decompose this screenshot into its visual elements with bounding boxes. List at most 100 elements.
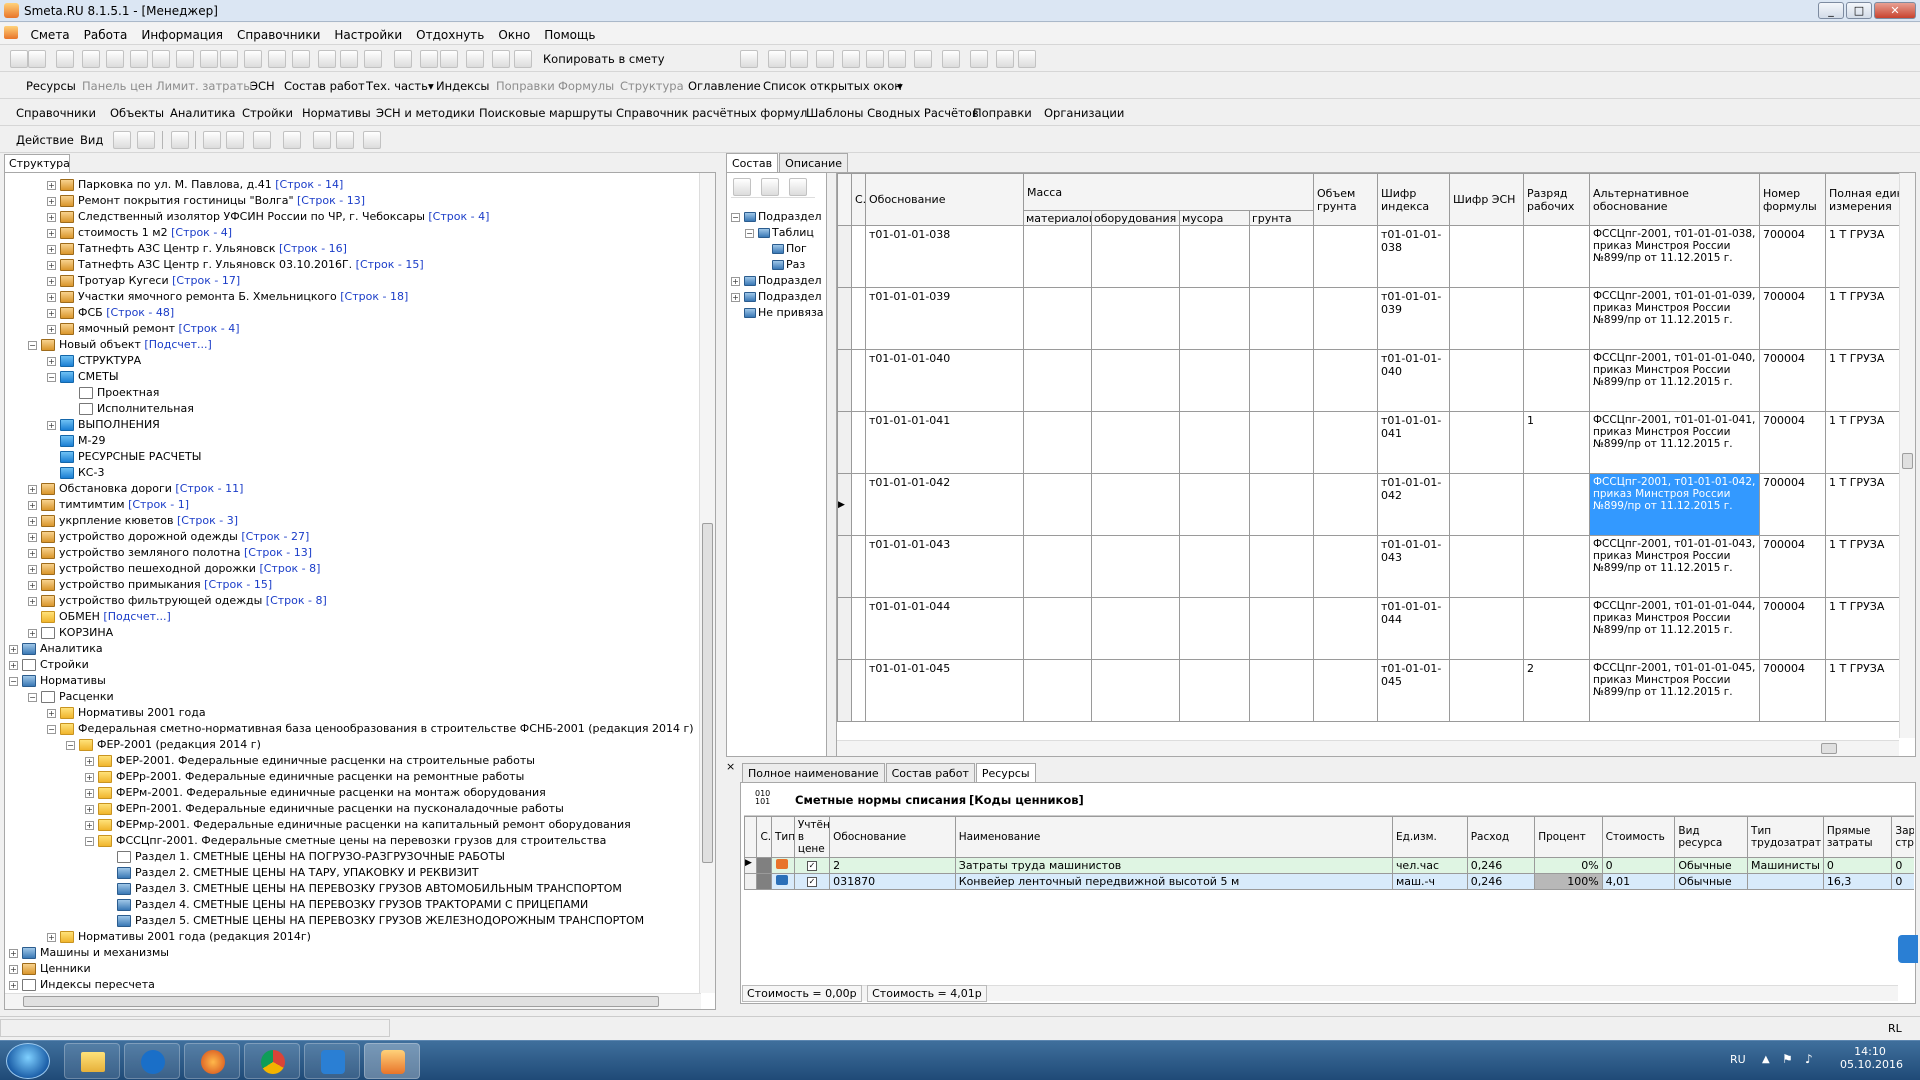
grid-row[interactable]: т01-01-01-044 т01-01-01-044 ФССЦпг-2001, т… — [837, 597, 1915, 660]
collapse-icon[interactable]: − — [85, 836, 94, 846]
ref-tab-7[interactable]: Справочник расчётных формул — [616, 106, 807, 120]
delete-icon[interactable] — [283, 131, 301, 149]
tree-node[interactable]: Исполнительная — [66, 401, 194, 417]
section-node[interactable]: Не привяза — [731, 305, 824, 321]
tree-node[interactable]: + Машины и механизмы — [9, 945, 169, 961]
cell-mass[interactable] — [1023, 535, 1092, 598]
menu-item-0[interactable]: Смета — [24, 24, 77, 42]
cell-mass[interactable] — [1023, 473, 1092, 536]
col-justification[interactable]: Обоснование — [865, 173, 1024, 226]
cell-unit[interactable]: маш.-ч — [1391, 873, 1468, 890]
tree-node-count[interactable]: [Строк - 18] — [340, 290, 408, 303]
tree-node[interactable]: + ВЫПОЛНЕНИЯ — [47, 417, 160, 433]
expand-icon[interactable]: + — [85, 804, 94, 814]
smeta-taskbar-icon[interactable] — [364, 1043, 420, 1079]
tree-node[interactable]: + Ремонт покрытия гостиницы "Волга" [Стро… — [47, 193, 365, 209]
cell-alt-justification[interactable]: ФССЦпг-2001, т01-01-01-045, приказ Минст… — [1589, 659, 1761, 722]
tab-description[interactable]: Описание — [779, 153, 848, 173]
tree-node-count[interactable]: [Строк - 3] — [177, 514, 238, 527]
section-node[interactable]: − Подраздел — [731, 209, 822, 225]
res-col-9[interactable]: Вид ресурса — [1674, 816, 1749, 858]
cell-worker-rank[interactable] — [1523, 287, 1591, 350]
tree-node-count[interactable]: [Строк - 4] — [171, 226, 232, 239]
cell-alt-justification[interactable]: ФССЦпг-2001, т01-01-01-038, приказ Минст… — [1589, 225, 1761, 288]
cell-soil-volume[interactable] — [1313, 411, 1379, 474]
cell-index-code[interactable]: т01-01-01-044 — [1377, 597, 1451, 660]
app-menu-icon[interactable] — [0, 23, 20, 42]
expand-icon[interactable]: + — [9, 644, 18, 654]
cell-esn-code[interactable] — [1449, 597, 1525, 660]
tree-node[interactable]: + ФЕРм-2001. Федеральные единичные расцен… — [85, 785, 546, 801]
cell-consumption[interactable]: 0,246 — [1466, 857, 1536, 874]
expand-icon[interactable]: + — [47, 212, 56, 222]
expand-icon[interactable]: + — [731, 292, 740, 302]
menu-item-1[interactable]: Работа — [77, 24, 135, 42]
expand-icon[interactable]: + — [9, 964, 18, 974]
row-marker[interactable] — [744, 873, 758, 890]
view-toggle-8[interactable]: Формулы — [558, 79, 614, 93]
cell-esn-code[interactable] — [1449, 349, 1525, 412]
toolbar-button-icon-19[interactable] — [466, 50, 484, 68]
tree-node[interactable]: + ФЕРр-2001. Федеральные единичные расцен… — [85, 769, 524, 785]
row-marker[interactable] — [837, 659, 852, 722]
toolbar-button-icon-11[interactable] — [268, 50, 286, 68]
expand-icon[interactable]: + — [47, 260, 56, 270]
new-folder-icon[interactable] — [203, 131, 221, 149]
cell-c[interactable] — [851, 287, 866, 350]
cell-name[interactable]: Конвейер ленточный передвижной высотой 5… — [954, 873, 1393, 890]
cell-alt-justification[interactable]: ФССЦпг-2001, т01-01-01-044, приказ Минст… — [1589, 597, 1761, 660]
grid-row[interactable]: т01-01-01-043 т01-01-01-043 ФССЦпг-2001, т… — [837, 535, 1915, 598]
tree-node[interactable]: + Татнефть АЗС Центр г. Ульяновск [Строк … — [47, 241, 347, 257]
toolbar-button-icon-17[interactable] — [420, 50, 438, 68]
tree-node-count[interactable]: [Строк - 16] — [279, 242, 347, 255]
tree-node[interactable]: + Нормативы 2001 года (редакция 2014г) — [47, 929, 311, 945]
view-toggle-11[interactable]: Список открытых окон — [763, 79, 902, 93]
cell-soil-volume[interactable] — [1313, 473, 1379, 536]
checkbox-checked-icon[interactable]: ✓ — [806, 877, 817, 887]
toolbar-button-icon-31[interactable] — [970, 50, 988, 68]
tree-node-count[interactable]: [Строк - 48] — [106, 306, 174, 319]
expand-icon[interactable]: + — [47, 420, 56, 430]
cell-c[interactable] — [851, 535, 866, 598]
expand-icon[interactable]: + — [28, 548, 37, 558]
expand-icon[interactable]: + — [28, 532, 37, 542]
ref-tab-8[interactable]: Шаблоны Сводных Расчётов — [806, 106, 979, 120]
teamviewer-taskbar-icon[interactable] — [304, 1043, 360, 1079]
cell-mass[interactable] — [1091, 411, 1180, 474]
cell-mass[interactable] — [1023, 411, 1092, 474]
ref-tab-1[interactable]: Объекты — [110, 106, 164, 120]
res-col-6[interactable]: Расход — [1466, 816, 1536, 858]
cell-index-code[interactable]: т01-01-01-043 — [1377, 535, 1451, 598]
cell-justification[interactable]: т01-01-01-040 — [865, 349, 1024, 412]
grid-row[interactable]: т01-01-01-045 т01-01-01-045 2 ФССЦпг-2001, … — [837, 659, 1915, 722]
toolbar-button-icon-12[interactable] — [292, 50, 310, 68]
action-menu[interactable]: Действие — [16, 133, 74, 147]
cell-justification[interactable]: т01-01-01-038 — [865, 225, 1024, 288]
cell-esn-code[interactable] — [1449, 411, 1525, 474]
menu-item-2[interactable]: Информация — [134, 24, 230, 42]
cell-index-code[interactable]: т01-01-01-040 — [1377, 349, 1451, 412]
tree-node-count[interactable]: [Строк - 13] — [297, 194, 365, 207]
tree-node[interactable]: + Ценники — [9, 961, 91, 977]
cell-direct-cost[interactable]: 16,3 — [1822, 873, 1893, 890]
ref-tab-6[interactable]: Поисковые маршруты — [479, 106, 612, 120]
cell-mass[interactable] — [1023, 597, 1092, 660]
expand-icon[interactable]: + — [47, 292, 56, 302]
tree-node[interactable]: + устройство примыкания [Строк - 15] — [28, 577, 272, 593]
tree-node[interactable]: + укрпление кюветов [Строк - 3] — [28, 513, 238, 529]
toolbar-button-icon-13[interactable] — [318, 50, 336, 68]
expand-icon[interactable]: + — [47, 228, 56, 238]
tree-node[interactable]: + Тротуар Кугеси [Строк - 17] — [47, 273, 240, 289]
cell-alt-justification[interactable]: ФССЦпг-2001, т01-01-01-039, приказ Минст… — [1589, 287, 1761, 350]
row-marker[interactable] — [837, 535, 852, 598]
cell-consumption[interactable]: 0,246 — [1466, 873, 1536, 890]
view-toggle-6[interactable]: Индексы — [436, 79, 490, 93]
expand-icon[interactable]: + — [28, 580, 37, 590]
toolbar-button-icon-1[interactable] — [28, 50, 46, 68]
tree-node[interactable]: Раздел 5. СМЕТНЫЕ ЦЕНЫ НА ПЕРЕВОЗКУ ГРУЗ… — [104, 913, 644, 929]
section-node[interactable]: + Подраздел — [731, 273, 822, 289]
cell-alt-justification[interactable]: ФССЦпг-2001, т01-01-01-042, приказ Минст… — [1589, 473, 1761, 536]
bottom-tab-2[interactable]: Ресурсы — [975, 763, 1036, 783]
section-node[interactable]: Пог — [759, 241, 807, 257]
cell-mass[interactable] — [1248, 473, 1315, 536]
